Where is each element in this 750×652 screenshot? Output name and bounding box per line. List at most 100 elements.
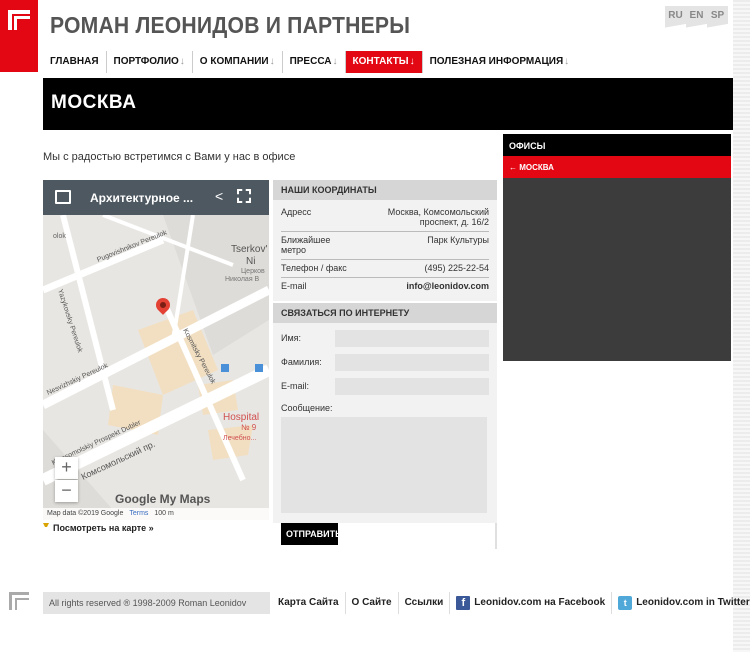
nav-item-useful-info[interactable]: ПОЛЕЗНАЯ ИНФОРМАЦИЯ↓ bbox=[423, 51, 577, 73]
surname-label: Фамилия: bbox=[281, 357, 322, 367]
zoom-in-button[interactable]: + bbox=[55, 457, 78, 479]
contact-form: Имя: Фамилия: E-mail: Сообщение: bbox=[273, 323, 497, 537]
nav-label: ПОЛЕЗНАЯ ИНФОРМАЦИЯ bbox=[429, 56, 564, 67]
coords-key: Адресс bbox=[281, 207, 312, 217]
sidebar-item-moscow[interactable]: ← МОСКВА bbox=[503, 156, 731, 178]
footer-link-facebook[interactable]: f Leonidov.com на Facebook bbox=[450, 592, 613, 614]
footer-links: Карта Сайта О Сайте Ссылки f Leonidov.co… bbox=[272, 592, 750, 614]
footer-logo bbox=[9, 592, 35, 612]
nav-label: ПРЕССА bbox=[289, 56, 332, 67]
view-on-map-label: Посмотреть на карте » bbox=[53, 523, 154, 533]
nav-item-contacts[interactable]: КОНТАКТЫ↓ bbox=[345, 51, 423, 73]
lang-sp[interactable]: SP bbox=[707, 6, 728, 38]
coords-value: Москва, Комсомольский проспект, д. 16/2 bbox=[387, 207, 489, 227]
coords-key: E-mail bbox=[281, 281, 307, 291]
arrow-down-icon: ↓ bbox=[409, 56, 415, 67]
intro-text: Мы с радостью встретимся с Вами у нас в … bbox=[43, 151, 296, 163]
nav-item-home[interactable]: ГЛАВНАЯ bbox=[43, 51, 107, 73]
form-row-surname: Фамилия: bbox=[281, 351, 489, 373]
map-data-text: Map data ©2019 Google bbox=[47, 510, 124, 517]
nav-label: ПОРТФОЛИО bbox=[113, 56, 179, 67]
site-title[interactable]: РОМАН ЛЕОНИДОВ И ПАРТНЕРЫ bbox=[50, 12, 410, 39]
message-label: Сообщение: bbox=[281, 403, 333, 413]
map-label-place: Церков bbox=[241, 268, 265, 275]
contact-panel: НАШИ КООРДИНАТЫ Адресс Москва, Комсомоль… bbox=[273, 180, 497, 537]
coords-row-metro: Ближайшее метро Парк Культуры bbox=[281, 232, 489, 260]
coords-value: (495) 225-22-54 bbox=[424, 263, 489, 273]
footer-link-links[interactable]: Ссылки bbox=[399, 592, 451, 614]
pin-icon bbox=[43, 523, 49, 532]
arrow-down-icon: ↓ bbox=[332, 56, 338, 67]
map-label-place: Николая В bbox=[225, 276, 260, 283]
google-my-maps-logo: Google My Maps bbox=[115, 492, 211, 506]
page-scrollbar[interactable] bbox=[733, 0, 750, 652]
embedded-map[interactable]: olok Pugovishnikov Pereulok Yazykovsky P… bbox=[43, 180, 269, 520]
terms-link[interactable]: Terms bbox=[129, 510, 148, 517]
coords-list: Адресс Москва, Комсомольский проспект, д… bbox=[273, 200, 497, 301]
page-title: МОСКВА bbox=[51, 92, 137, 113]
map-label-place: Лечебно... bbox=[223, 434, 256, 442]
footer-link-about[interactable]: О Сайте bbox=[346, 592, 399, 614]
email-input[interactable] bbox=[335, 377, 489, 395]
page-banner: МОСКВА bbox=[43, 78, 750, 130]
offices-heading: ОФИСЫ bbox=[503, 134, 731, 156]
surname-input[interactable] bbox=[335, 353, 489, 371]
coords-row-address: Адресс Москва, Комсомольский проспект, д… bbox=[281, 204, 489, 232]
name-input[interactable] bbox=[335, 329, 489, 347]
map-title[interactable]: Архитектурное ... bbox=[90, 191, 193, 205]
nav-label: ГЛАВНАЯ bbox=[50, 56, 99, 67]
site-logo[interactable] bbox=[0, 0, 38, 72]
facebook-label: Leonidov.com на Facebook bbox=[474, 597, 606, 608]
twitter-label: Leonidov.com in Twitter bbox=[636, 597, 750, 608]
map-label-place: № 9 bbox=[241, 423, 257, 432]
nav-item-about[interactable]: О КОМПАНИИ↓ bbox=[193, 51, 283, 73]
form-row-name: Имя: bbox=[281, 327, 489, 349]
arrow-left-icon: ← bbox=[509, 163, 517, 172]
coords-row-email: E-mail info@leonidov.com bbox=[281, 278, 489, 295]
map-legend-icon[interactable] bbox=[55, 190, 71, 204]
email-link[interactable]: info@leonidov.com bbox=[351, 281, 489, 291]
zoom-out-button[interactable]: − bbox=[55, 480, 78, 502]
main-nav: ГЛАВНАЯ ПОРТФОЛИО↓ О КОМПАНИИ↓ ПРЕССА↓ К… bbox=[43, 51, 576, 73]
facebook-icon: f bbox=[456, 596, 471, 610]
logo-mark-inner bbox=[14, 16, 30, 30]
fullscreen-icon[interactable] bbox=[237, 189, 251, 203]
coords-row-phone: Телефон / факс (495) 225-22-54 bbox=[281, 260, 489, 278]
arrow-down-icon: ↓ bbox=[269, 56, 275, 67]
map-label-place: Tserkov' S bbox=[231, 244, 269, 255]
message-textarea[interactable] bbox=[281, 417, 487, 513]
twitter-icon: t bbox=[618, 596, 633, 610]
copyright: All rights reserved ® 1998-2009 Roman Le… bbox=[43, 592, 270, 614]
language-switcher: RU EN SP bbox=[665, 6, 728, 38]
lang-ru[interactable]: RU bbox=[665, 6, 686, 38]
map-toolbar: Архитектурное ... < bbox=[43, 180, 269, 215]
form-row-email: E-mail: bbox=[281, 375, 489, 397]
map-label-street: olok bbox=[53, 233, 66, 240]
coords-key: Телефон / факс bbox=[281, 263, 347, 273]
submit-button[interactable]: ОТПРАВИТЬ bbox=[281, 523, 342, 545]
share-icon[interactable]: < bbox=[215, 188, 223, 204]
lang-en[interactable]: EN bbox=[686, 6, 707, 38]
nav-item-portfolio[interactable]: ПОРТФОЛИО↓ bbox=[107, 51, 193, 73]
nav-label: КОНТАКТЫ bbox=[352, 56, 409, 67]
map-label-place: Ni bbox=[246, 256, 255, 267]
map-attribution: Map data ©2019 Google Terms 100 m bbox=[43, 508, 269, 520]
footer-link-sitemap[interactable]: Карта Сайта bbox=[272, 592, 346, 614]
nav-label: О КОМПАНИИ bbox=[199, 56, 269, 67]
view-on-map-link[interactable]: Посмотреть на карте » bbox=[43, 523, 154, 533]
name-label: Имя: bbox=[281, 333, 302, 343]
coords-key: Ближайшее метро bbox=[281, 235, 331, 255]
footer-link-twitter[interactable]: t Leonidov.com in Twitter bbox=[612, 592, 750, 614]
form-footer: ОТПРАВИТЬ bbox=[273, 523, 497, 549]
email-label: E-mail: bbox=[281, 381, 310, 391]
form-heading: СВЯЗАТЬСЯ ПО ИНТЕРНЕТУ bbox=[273, 303, 497, 323]
nav-item-press[interactable]: ПРЕССА↓ bbox=[283, 51, 346, 73]
coords-value: Парк Культуры bbox=[427, 235, 489, 245]
coords-heading: НАШИ КООРДИНАТЫ bbox=[273, 180, 497, 200]
map-label-place: Hospital bbox=[223, 412, 259, 423]
arrow-down-icon: ↓ bbox=[179, 56, 185, 67]
footer-logo-inner bbox=[15, 598, 29, 610]
sidebar-item-label: МОСКВА bbox=[519, 163, 554, 172]
map-scale: 100 m bbox=[154, 510, 174, 517]
offices-sidebar: ОФИСЫ ← МОСКВА bbox=[503, 134, 731, 361]
